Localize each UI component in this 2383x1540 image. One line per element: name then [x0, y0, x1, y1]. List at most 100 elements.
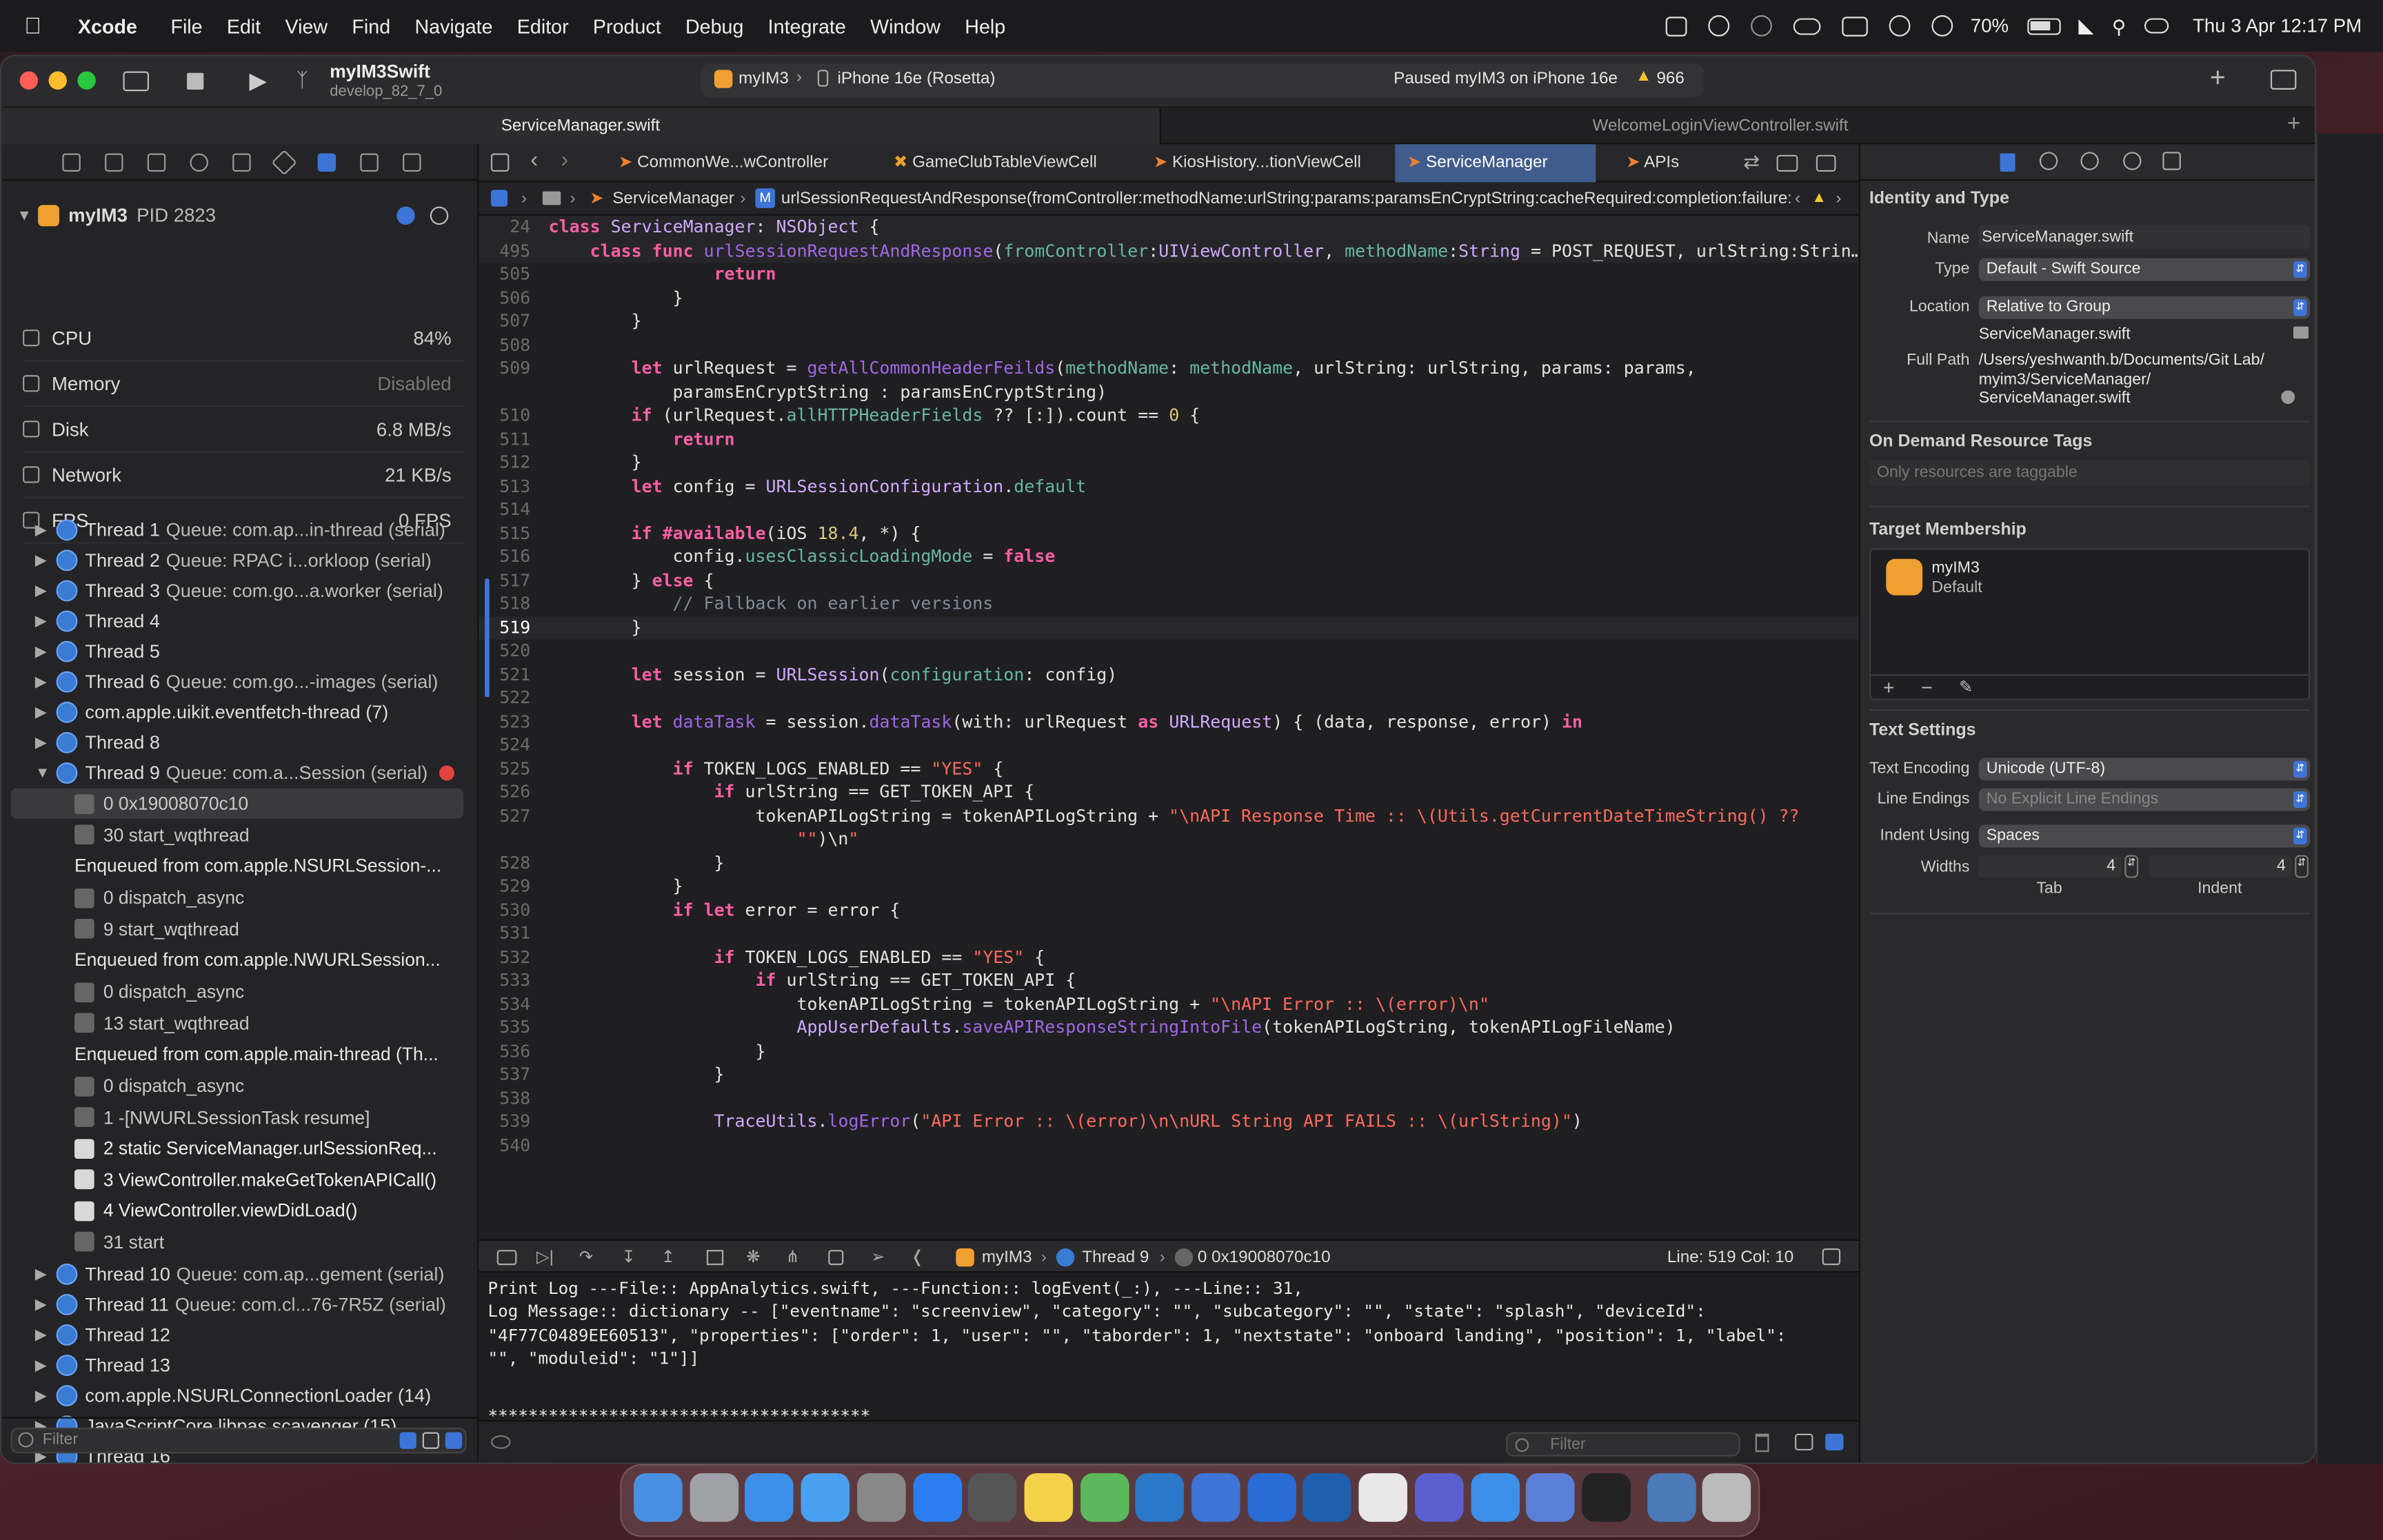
line-number[interactable]: 538 — [479, 1086, 530, 1110]
memory-graph-icon[interactable]: ❋ — [746, 1241, 760, 1274]
code-line[interactable]: 527 tokenAPILogString = tokenAPILogStrin… — [479, 804, 1858, 828]
line-number[interactable]: 506 — [479, 286, 530, 310]
code-line[interactable]: 524 — [479, 733, 1858, 757]
code-line[interactable]: 24 class ServiceManager: NSObject { — [479, 215, 1859, 239]
stop-icon[interactable] — [187, 72, 204, 90]
indent-stepper-icon[interactable]: ⇵ — [2295, 855, 2309, 878]
code-line[interactable]: 532 if TOKEN_LOGS_ENABLED == "YES" { — [479, 945, 1858, 969]
env-overrides-icon[interactable]: ⋔ — [786, 1241, 800, 1274]
thread-row[interactable]: ▶ com.apple.NSURLConnectionLoader (14) — [35, 1381, 468, 1411]
cloud-icon[interactable] — [1792, 17, 1820, 34]
disclosure-icon[interactable]: ▶ — [35, 522, 57, 538]
disclosure-icon[interactable]: ▶ — [35, 1388, 57, 1404]
control-center-icon[interactable] — [2144, 18, 2169, 34]
jump-method[interactable]: urlSessionRequestAndResponse(fromControl… — [781, 182, 1791, 215]
thread-row[interactable]: ▶ com.apple.uikit.eventfetch-thread (7) — [35, 697, 468, 727]
menu-editor[interactable]: Editor — [505, 14, 581, 37]
vpn-icon[interactable] — [1931, 15, 1953, 37]
disclosure-icon[interactable]: ▶ — [35, 552, 57, 569]
scheme-selector[interactable]: myIM3 — [738, 70, 789, 88]
thread-row[interactable]: ▶ Thread 4 — [35, 606, 468, 636]
stack-frame[interactable]: 3 ViewController.makeGetTokenAPICall() — [74, 1164, 452, 1195]
debug-thread[interactable]: Thread 9 — [1082, 1241, 1149, 1274]
line-number[interactable]: 508 — [479, 334, 530, 357]
menu-app-name[interactable]: Xcode — [66, 14, 149, 37]
search-icon[interactable]: ⚲ — [2112, 14, 2126, 37]
stack-frame[interactable]: 30 start_wqthread — [74, 820, 452, 850]
menu-view[interactable]: View — [273, 14, 340, 37]
line-number[interactable]: 537 — [479, 1063, 530, 1086]
thread-row[interactable]: ▶ Thread 13 — [35, 1350, 468, 1381]
bookmark-icon[interactable] — [147, 152, 166, 171]
code-line[interactable]: "")\n" — [479, 828, 1858, 851]
line-number[interactable]: 514 — [479, 498, 530, 522]
menu-debug[interactable]: Debug — [673, 14, 756, 37]
line-number[interactable]: 533 — [479, 969, 530, 993]
code-line[interactable]: 513 let config = URLSessionConfiguration… — [479, 474, 1858, 498]
code-line[interactable]: 512 } — [479, 451, 1858, 474]
location-icon[interactable]: ➢ — [871, 1241, 885, 1274]
screen-icon[interactable] — [1841, 16, 1867, 36]
gauge-cpu[interactable]: CPU 84% — [23, 316, 464, 362]
code-line[interactable]: 528 } — [479, 851, 1858, 875]
globe-icon[interactable] — [1750, 15, 1772, 37]
dock-simulator-icon[interactable] — [968, 1473, 1017, 1522]
split-editor-icon[interactable] — [1816, 154, 1836, 172]
options-icon[interactable] — [430, 206, 449, 225]
editor-tab-apis[interactable]: ➤ APIs — [1614, 144, 1691, 182]
stack-frame[interactable]: 1 -[NWURLSessionTask resume] — [74, 1102, 452, 1132]
wifi-icon[interactable]: ◣ — [2078, 14, 2093, 38]
menu-window[interactable]: Window — [858, 14, 952, 37]
dock-downloads-icon[interactable] — [1647, 1473, 1696, 1522]
editor-options-icon[interactable] — [1776, 154, 1798, 172]
thread-row[interactable]: ▶ Thread 3 Queue: com.go...a.worker (seria… — [35, 576, 468, 606]
disclosure-icon[interactable]: ▶ — [35, 582, 57, 599]
dock-app-store-icon[interactable] — [912, 1473, 962, 1522]
destination-selector[interactable]: iPhone 16e (Rosetta) — [837, 70, 995, 88]
line-number[interactable]: 510 — [479, 404, 530, 427]
code-line[interactable]: 521 let session = URLSession(configurati… — [479, 663, 1858, 687]
reveal-arrow-icon[interactable] — [2281, 390, 2295, 405]
code-line[interactable]: 508 — [479, 334, 1858, 357]
simulate-icon[interactable] — [828, 1250, 844, 1266]
line-number[interactable]: 524 — [479, 733, 530, 757]
filter-option-icon-1[interactable] — [399, 1432, 416, 1449]
disclosure-icon[interactable]: ▶ — [35, 704, 57, 720]
trash-icon[interactable] — [1755, 1433, 1769, 1452]
source-control-icon[interactable] — [105, 152, 123, 171]
hide-debug-area-icon[interactable] — [496, 1250, 517, 1266]
line-number[interactable]: 509 — [479, 357, 530, 381]
apple-menu-icon[interactable]:  — [0, 13, 54, 39]
continue-icon[interactable]: ▷| — [536, 1241, 554, 1274]
thread-row[interactable]: ▶ Thread 10 Queue: com.ap...gement (serial… — [35, 1259, 468, 1289]
code-line[interactable]: 506 } — [479, 286, 1858, 310]
indent-using-popup[interactable]: Spaces ⇵ — [1978, 824, 2311, 848]
line-number[interactable]: 530 — [479, 898, 530, 922]
variables-view-icon[interactable] — [1795, 1433, 1813, 1451]
code-line[interactable]: 515 if #available(iOS 18.4, *) { — [479, 522, 1858, 545]
menu-file[interactable]: File — [159, 14, 214, 37]
inspector-toggle-icon[interactable] — [2270, 70, 2297, 90]
file-inspector-icon[interactable] — [2000, 153, 2015, 172]
line-number[interactable]: 507 — [479, 310, 530, 333]
dock-chrome-icon[interactable] — [1358, 1473, 1408, 1522]
filter-option-icon-2[interactable] — [422, 1432, 439, 1449]
editor-tab-commonwe[interactable]: ➤ CommonWe...wController — [606, 144, 840, 182]
disclosure-icon[interactable]: ▶ — [35, 1266, 57, 1282]
gauge-disk[interactable]: Disk 6.8 MB/s — [23, 407, 464, 453]
dock-xcode-icon[interactable] — [1470, 1473, 1519, 1522]
line-number[interactable]: 528 — [479, 851, 530, 875]
tab-servicemanager[interactable]: ServiceManager.swift — [1, 108, 1160, 145]
code-line[interactable]: 509 let urlRequest = getAllCommonHeaderF… — [479, 357, 1858, 381]
disclosure-icon[interactable]: ▶ — [35, 1326, 57, 1343]
code-line[interactable]: 514 — [479, 498, 1858, 522]
code-line[interactable]: 530 if let error = error { — [479, 898, 1858, 922]
line-number[interactable]: 515 — [479, 522, 530, 545]
line-number[interactable]: 516 — [479, 545, 530, 569]
gauge-network[interactable]: Network 21 KB/s — [23, 453, 464, 498]
thread-row[interactable]: ▶ Thread 8 — [35, 727, 468, 758]
disclosure-icon[interactable]: ▶ — [35, 1296, 57, 1313]
line-number[interactable]: 526 — [479, 780, 530, 804]
control-icon[interactable] — [1665, 16, 1687, 36]
info-icon[interactable] — [396, 206, 415, 225]
